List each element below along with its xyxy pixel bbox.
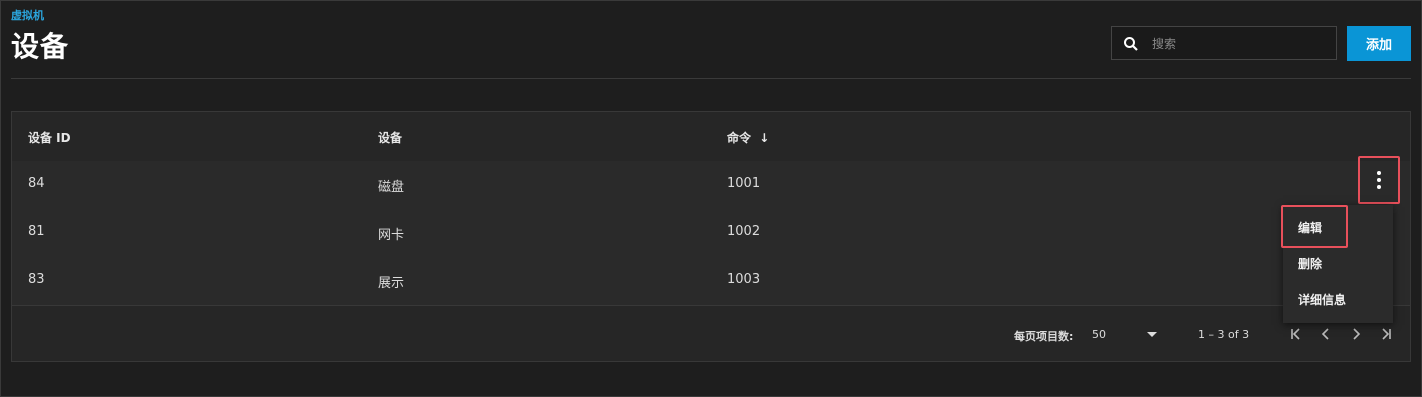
page-range: 1 – 3 of 3: [1198, 328, 1250, 341]
table-row[interactable]: 84 磁盘 1001: [12, 161, 1410, 210]
cell-order: 1002: [727, 224, 761, 239]
row-actions-button[interactable]: [1358, 156, 1400, 204]
header-divider: [11, 78, 1411, 79]
column-header-order-label: 命令: [727, 131, 752, 145]
column-header-device-id[interactable]: 设备 ID: [28, 129, 71, 146]
column-header-order[interactable]: 命令 ↓: [727, 129, 769, 146]
page-title: 设备: [11, 30, 70, 63]
table-row[interactable]: 81 网卡 1002: [12, 209, 1410, 258]
cell-device-id: 81: [28, 224, 45, 239]
table-header: 设备 ID 设备 命令 ↓: [12, 112, 1410, 162]
add-button[interactable]: 添加: [1347, 26, 1411, 61]
cell-device: 网卡: [378, 228, 405, 243]
chevron-down-icon[interactable]: [1147, 332, 1157, 337]
previous-page-icon[interactable]: [1316, 324, 1336, 344]
edit-highlight-outline: [1281, 205, 1348, 248]
search-icon: [1124, 37, 1138, 51]
menu-item-delete[interactable]: 删除: [1298, 255, 1322, 272]
cell-order: 1001: [727, 176, 761, 191]
items-per-page-label: 每页项目数:: [1014, 330, 1074, 343]
cell-device: 磁盘: [378, 180, 405, 195]
cell-device-id: 84: [28, 176, 45, 191]
next-page-icon[interactable]: [1346, 324, 1366, 344]
paginator: 每页项目数: 50 1 – 3 of 3: [12, 305, 1410, 361]
page-size-select[interactable]: 50: [1092, 328, 1106, 341]
table-row[interactable]: 83 展示 1003: [12, 257, 1410, 306]
menu-item-details[interactable]: 详细信息: [1298, 291, 1346, 308]
more-vertical-icon: [1377, 171, 1381, 189]
breadcrumb[interactable]: 虚拟机: [11, 7, 44, 23]
last-page-icon[interactable]: [1376, 324, 1396, 344]
first-page-icon[interactable]: [1286, 324, 1306, 344]
search-input[interactable]: [1150, 27, 1334, 61]
cell-device-id: 83: [28, 272, 45, 287]
sort-arrow-icon: ↓: [759, 131, 770, 145]
cell-order: 1003: [727, 272, 761, 287]
cell-device: 展示: [378, 276, 405, 291]
column-header-device[interactable]: 设备: [378, 129, 402, 146]
devices-table: 设备 ID 设备 命令 ↓ 84 磁盘 1001 81 网卡 1002 83 展…: [11, 111, 1411, 362]
search-box[interactable]: [1111, 26, 1337, 61]
